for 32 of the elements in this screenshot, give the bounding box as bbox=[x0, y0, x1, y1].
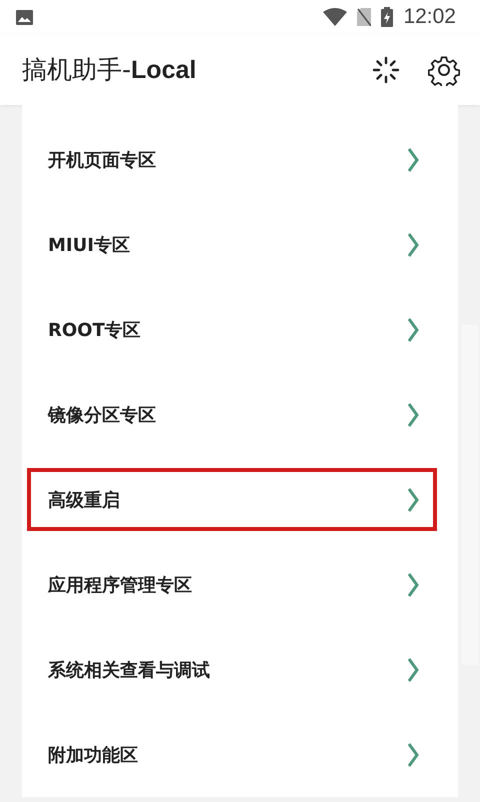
menu-item-label: 高级重启 bbox=[48, 488, 120, 512]
status-time: 12:02 bbox=[403, 5, 456, 29]
menu-item[interactable]: MIUI专区 bbox=[27, 213, 437, 276]
chevron-right-icon bbox=[407, 742, 419, 766]
chevron-right-icon bbox=[407, 658, 419, 682]
menu-item-label: 开机页面专区 bbox=[48, 148, 156, 172]
no-sim-icon bbox=[357, 8, 372, 26]
chevron-right-icon bbox=[407, 402, 419, 426]
menu-item-label: 应用程序管理专区 bbox=[48, 574, 192, 596]
menu-item[interactable]: 镜像分区专区 bbox=[27, 383, 437, 446]
menu-item-label: ROOT专区 bbox=[48, 318, 141, 342]
menu-item[interactable]: 开机页面专区 bbox=[27, 128, 437, 191]
menu-item-label: 系统相关查看与调试 bbox=[48, 658, 210, 682]
chevron-right-icon bbox=[407, 488, 419, 512]
wifi-icon bbox=[323, 8, 348, 26]
menu-item[interactable]: 高级重启 bbox=[27, 468, 437, 531]
menu-item[interactable]: 应用程序管理专区 bbox=[27, 553, 437, 616]
menu-item[interactable]: 附加功能区 bbox=[27, 723, 437, 786]
menu-item[interactable]: 系统相关查看与调试 bbox=[27, 638, 437, 701]
app-title: 搞机助手-Local bbox=[22, 54, 196, 86]
menu-item[interactable]: ROOT专区 bbox=[27, 298, 437, 361]
battery-icon bbox=[381, 7, 394, 27]
chevron-right-icon bbox=[407, 232, 419, 256]
menu-item-label: 附加功能区 bbox=[48, 744, 138, 766]
chevron-right-icon bbox=[407, 572, 419, 596]
chevron-right-icon bbox=[407, 148, 419, 172]
image-icon bbox=[16, 10, 33, 24]
loading-icon[interactable] bbox=[372, 56, 400, 84]
menu-item-label: MIUI专区 bbox=[48, 234, 130, 256]
chevron-right-icon bbox=[407, 318, 419, 342]
settings-icon[interactable] bbox=[428, 54, 460, 86]
menu-item-label: 镜像分区专区 bbox=[48, 404, 156, 426]
